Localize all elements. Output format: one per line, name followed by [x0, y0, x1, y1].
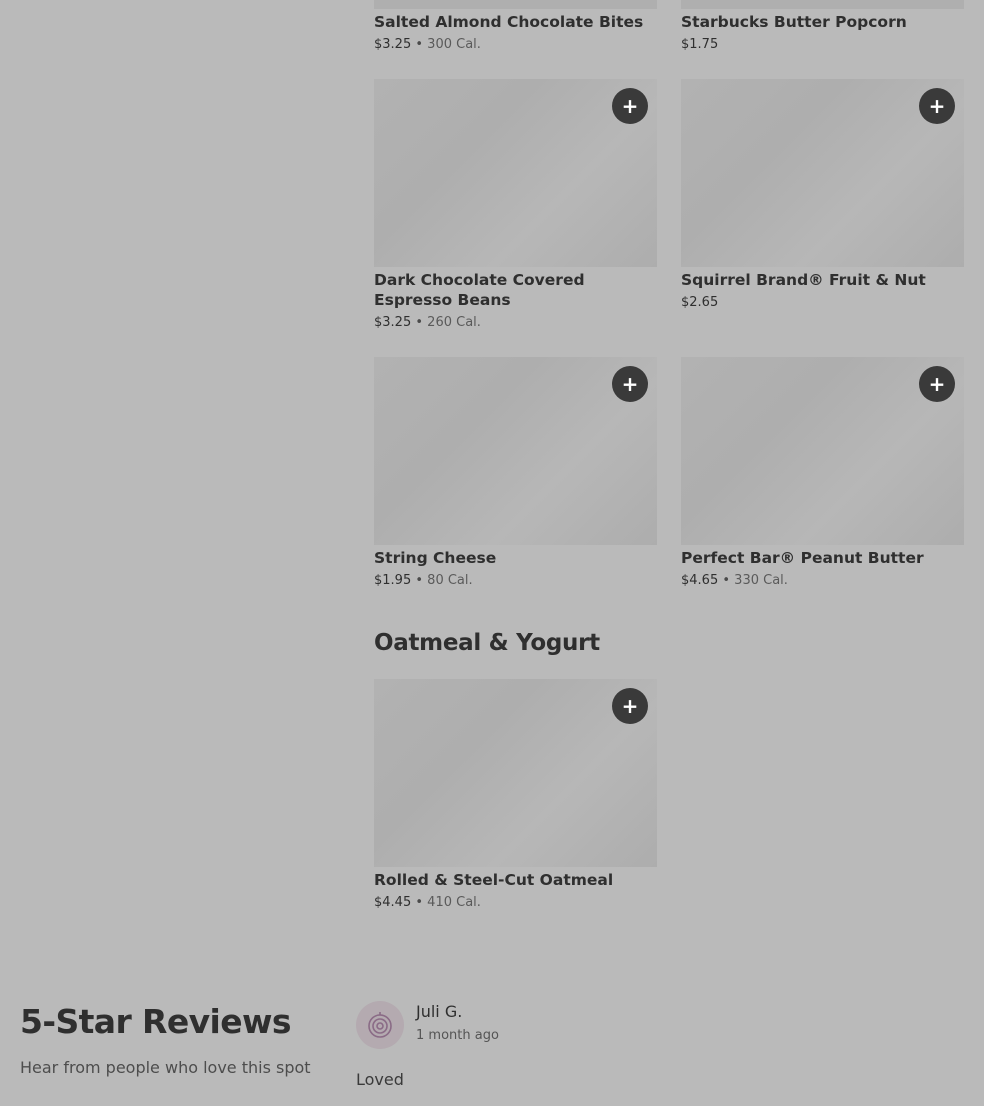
plus-icon: + — [621, 694, 639, 718]
item-name: Dark Chocolate Covered Espresso Beans — [374, 271, 585, 309]
item-calories: 80 Cal. — [427, 573, 473, 588]
item-meta: $2.65 — [681, 295, 718, 311]
item-meta: $3.25 • 300 Cal. — [374, 37, 481, 53]
plus-icon: + — [928, 94, 946, 118]
item-calories: 410 Cal. — [427, 895, 481, 910]
item-price: $2.65 — [681, 295, 719, 310]
separator-dot: • — [415, 315, 424, 330]
item-price: $1.95 — [374, 573, 412, 588]
item-image — [374, 0, 657, 9]
avatar-icon — [368, 1012, 392, 1038]
plus-icon: + — [928, 372, 946, 396]
item-name: Rolled & Steel-Cut Oatmeal — [374, 871, 614, 889]
item-meta: $3.25 • 260 Cal. — [374, 315, 481, 331]
item-name: Starbucks Butter Popcorn — [681, 13, 907, 31]
item-name: Squirrel Brand® Fruit & Nut — [681, 271, 926, 289]
item-meta: $1.75 — [681, 37, 718, 53]
item-meta: $4.45 • 410 Cal. — [374, 895, 481, 911]
item-meta: $4.65 • 330 Cal. — [681, 573, 788, 589]
item-name: Perfect Bar® Peanut Butter — [681, 549, 924, 567]
item-calories: 300 Cal. — [427, 37, 481, 52]
item-calories: 260 Cal. — [427, 315, 481, 330]
item-price: $4.45 — [374, 895, 412, 910]
reviewer-name: Juli G. — [416, 1002, 463, 1021]
reviews-subtitle: Hear from people who love this spot — [20, 1058, 311, 1077]
separator-dot: • — [415, 573, 424, 588]
item-price: $4.65 — [681, 573, 719, 588]
item-price: $3.25 — [374, 37, 412, 52]
add-item-button[interactable]: + — [612, 88, 648, 124]
item-image — [681, 0, 964, 9]
item-name: Salted Almond Chocolate Bites — [374, 13, 644, 31]
separator-dot: • — [722, 573, 731, 588]
add-item-button[interactable]: + — [612, 688, 648, 724]
plus-icon: + — [621, 372, 639, 396]
item-price: $1.75 — [681, 37, 719, 52]
item-name: String Cheese — [374, 549, 497, 567]
section-title: Oatmeal & Yogurt — [374, 630, 600, 656]
separator-dot: • — [415, 37, 424, 52]
add-item-button[interactable]: + — [919, 366, 955, 402]
review-timestamp: 1 month ago — [416, 1028, 499, 1043]
plus-icon: + — [621, 94, 639, 118]
add-item-button[interactable]: + — [612, 366, 648, 402]
item-price: $3.25 — [374, 315, 412, 330]
separator-dot: • — [415, 895, 424, 910]
item-calories: 330 Cal. — [734, 573, 788, 588]
review-text: Loved — [356, 1070, 404, 1089]
avatar — [356, 1001, 404, 1049]
item-meta: $1.95 • 80 Cal. — [374, 573, 473, 589]
reviews-title: 5-Star Reviews — [20, 1002, 292, 1041]
add-item-button[interactable]: + — [919, 88, 955, 124]
